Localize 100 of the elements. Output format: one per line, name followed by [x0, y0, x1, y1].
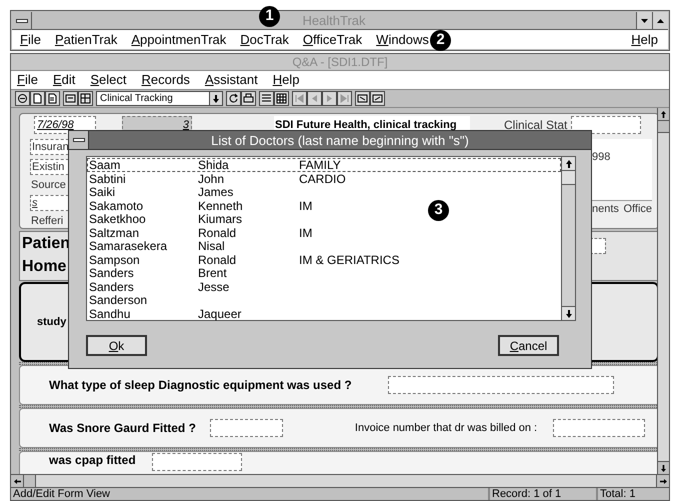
- list-row[interactable]: Sanderson: [87, 293, 304, 306]
- toolbar-button[interactable]: [355, 91, 370, 106]
- system-menu-button[interactable]: [69, 131, 89, 149]
- list-row[interactable]: Saiki James: [87, 185, 304, 198]
- list-row[interactable]: Sanders Jesse: [87, 280, 304, 293]
- last-record-icon: [339, 93, 350, 104]
- printer-icon: [243, 93, 254, 104]
- toolbar-button[interactable]: [45, 91, 60, 106]
- toolbar-button[interactable]: [63, 91, 78, 106]
- window-title: Q&A - [SDI1.DTF]: [11, 54, 669, 71]
- up-arrow-icon: [566, 160, 572, 168]
- toolbar-button[interactable]: [78, 91, 93, 106]
- menu-item[interactable]: OfficeTrak: [302, 30, 362, 50]
- scroll-down-button[interactable]: [562, 306, 575, 320]
- list-row[interactable]: Sampson Ronald IM & GERIATRICS: [87, 252, 404, 266]
- dialog-button[interactable]: Cancel: [498, 335, 559, 356]
- menu-item[interactable]: PatienTrak: [54, 30, 118, 50]
- question-label: What type of sleep Diagnostic equipment was used ?: [49, 378, 352, 392]
- total-counter: Total: 1: [597, 488, 669, 500]
- form-icon: [357, 93, 368, 104]
- right-arrow-icon: [660, 478, 666, 484]
- date-field[interactable]: 7/26/98: [34, 116, 96, 134]
- form-icon: [372, 93, 383, 104]
- menu-item[interactable]: Windows: [376, 30, 429, 50]
- toolbar-button[interactable]: [15, 91, 30, 106]
- down-arrow-icon: [661, 464, 666, 472]
- menu-item[interactable]: Help: [272, 70, 300, 90]
- list-scrollbar[interactable]: [561, 157, 575, 320]
- up-triangle-icon: [657, 18, 664, 22]
- list-row[interactable]: Sandhu Jaqueer: [87, 306, 304, 320]
- scroll-up-button[interactable]: [658, 108, 669, 121]
- menu-item[interactable]: Edit: [52, 70, 76, 90]
- input-field[interactable]: [210, 419, 283, 437]
- field-label: Invoice number that dr was billed on :: [354, 420, 538, 436]
- document-icon: [32, 93, 43, 104]
- list-row[interactable]: Sakamoto Kenneth IM: [87, 198, 318, 212]
- question-label: was cpap fitted: [49, 453, 136, 468]
- section-title: Home: [22, 257, 68, 277]
- window-title: HealthTrak: [302, 12, 366, 30]
- section-title: Patien: [22, 234, 70, 254]
- vertical-scrollbar[interactable]: [657, 108, 669, 474]
- callout-number: 1: [259, 6, 280, 27]
- record-counter: Record: 1 of 1: [489, 488, 597, 500]
- field-value: 998: [592, 151, 610, 163]
- scroll-thumb[interactable]: [562, 171, 575, 185]
- toolbar-button[interactable]: [241, 91, 256, 106]
- document-icon: [47, 93, 58, 104]
- tab-label[interactable]: nents: [592, 201, 619, 218]
- menu-item[interactable]: File: [17, 70, 38, 90]
- list-row[interactable]: Sanders Brent: [87, 266, 304, 280]
- dialog-button[interactable]: Ok: [86, 335, 147, 356]
- list-row[interactable]: Sabtini John CARDIO: [87, 172, 351, 185]
- status-text: Add/Edit Form View: [11, 488, 489, 500]
- list-row[interactable]: Samarasekera Nisal: [87, 239, 304, 252]
- toolbar-button[interactable]: [370, 91, 385, 106]
- list-row[interactable]: Saketkhoo Kiumars: [87, 212, 304, 226]
- refresh-icon: [228, 93, 239, 104]
- menu-item[interactable]: File: [20, 30, 41, 50]
- toolbar-button[interactable]: [226, 91, 241, 106]
- field-label: Refferi: [30, 215, 64, 227]
- down-arrow-icon: [213, 94, 219, 102]
- grid-icon: [80, 93, 91, 104]
- tab-label[interactable]: Office: [623, 201, 652, 218]
- down-triangle-icon: [641, 18, 648, 22]
- up-arrow-icon: [661, 110, 666, 118]
- menu-item[interactable]: Records: [142, 70, 190, 90]
- list-icon: [261, 93, 272, 104]
- down-arrow-icon: [566, 310, 572, 318]
- field-label: Source: [30, 179, 66, 191]
- scroll-up-button[interactable]: [562, 157, 575, 171]
- toolbar-button[interactable]: [30, 91, 45, 106]
- scroll-down-button[interactable]: [658, 461, 669, 474]
- table-icon: [276, 93, 287, 104]
- input-field[interactable]: [388, 376, 614, 394]
- list-row[interactable]: Saltzman Ronald IM: [87, 226, 318, 239]
- maximize-button[interactable]: [652, 12, 668, 29]
- list-row[interactable]: Saam Shida FAMILY: [87, 158, 561, 172]
- input-field[interactable]: [553, 419, 646, 437]
- menu-item[interactable]: Select: [90, 70, 127, 90]
- scroll-thumb[interactable]: [24, 475, 36, 487]
- menu-item[interactable]: Assistant: [204, 70, 258, 90]
- dialog-title: List of Doctors (last name beginning with "s"): [210, 132, 470, 149]
- scroll-left-button[interactable]: [11, 475, 24, 487]
- menu-item[interactable]: AppointmenTrak: [131, 30, 226, 50]
- first-record-icon: [294, 93, 305, 104]
- dropdown-button[interactable]: [209, 92, 222, 105]
- menu-item[interactable]: DocTrak: [240, 30, 289, 50]
- question-label: Was Snore Gaurd Fitted ?: [49, 420, 196, 436]
- horizontal-scrollbar[interactable]: [11, 474, 669, 488]
- view-select[interactable]: Clinical Tracking: [96, 91, 223, 106]
- form-icon: [65, 93, 76, 104]
- input-field[interactable]: [152, 453, 242, 471]
- minimize-button[interactable]: [636, 12, 652, 29]
- toolbar-button[interactable]: [259, 91, 274, 106]
- menu-item[interactable]: Help: [631, 32, 658, 47]
- scroll-thumb[interactable]: [658, 121, 669, 133]
- field-label: study: [37, 314, 66, 330]
- scroll-right-button[interactable]: [656, 475, 669, 487]
- clinical-stat-field[interactable]: [571, 116, 642, 134]
- toolbar-button[interactable]: [274, 91, 289, 106]
